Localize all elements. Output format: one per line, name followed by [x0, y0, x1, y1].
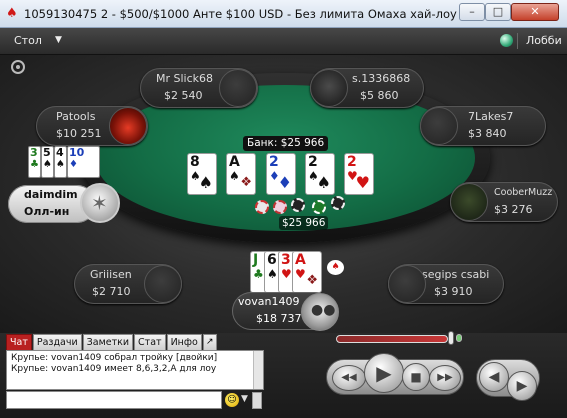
- next-hand-button[interactable]: ▶: [507, 371, 537, 401]
- sheriff-star-avatar: ✶: [80, 183, 120, 223]
- chip-icon: [312, 200, 326, 214]
- heart-icon: ♥: [355, 173, 370, 192]
- board-card: 2 ♥ ♥: [344, 153, 374, 195]
- previous-hand-button[interactable]: ◀: [479, 362, 509, 392]
- replay-progress-end: [456, 334, 462, 342]
- avatar: [144, 265, 182, 303]
- seat-stack: $3 840: [468, 127, 507, 140]
- seat-stack: $10 251: [56, 127, 102, 140]
- seat-name: Griiisen: [90, 268, 132, 281]
- allin-player-name: daimdim: [24, 188, 78, 201]
- diamond-icon: ♦: [277, 173, 292, 192]
- rewind-button[interactable]: ◀◀: [332, 365, 366, 391]
- title-bar: ♠ 1059130475 2 - $500/$1000 Анте $100 US…: [0, 0, 567, 28]
- board-card: 8 ♠ ♠: [187, 153, 217, 195]
- player-card: 3 ♣: [28, 146, 41, 178]
- fast-forward-button[interactable]: ▶▶: [429, 365, 461, 391]
- chevron-down-icon[interactable]: ▼: [55, 35, 62, 45]
- chat-input[interactable]: [6, 391, 222, 409]
- chat-log: Крупье: vovan1409 собрал тройку [двойки]…: [6, 350, 264, 390]
- close-button[interactable]: ✕: [511, 3, 559, 21]
- chat-tabs: Чат Раздачи Заметки Стат Инфо ↗: [6, 334, 217, 350]
- menu-divider: [517, 33, 518, 49]
- chip-icon: [331, 196, 345, 210]
- tab-chat[interactable]: Чат: [6, 334, 32, 350]
- minimize-button[interactable]: –: [459, 3, 485, 21]
- chat-message: Крупье: vovan1409 имеет 8,6,3,2,A для ло…: [11, 364, 217, 374]
- player-card: 10 ♦: [67, 146, 100, 178]
- hero-name: vovan1409: [238, 295, 300, 308]
- seat-name: Mr Slick68: [156, 72, 214, 85]
- board-card: 2 ♦ ♦: [266, 153, 296, 195]
- replay-progress-handle[interactable]: [448, 331, 454, 345]
- seat-stack: $5 860: [360, 89, 399, 102]
- chat-scrollbar[interactable]: [253, 351, 263, 389]
- chip-icon: [291, 198, 305, 212]
- avatar: [388, 265, 426, 303]
- tab-hands[interactable]: Раздачи: [32, 334, 82, 350]
- pot-label: Банк: $25 966: [243, 136, 329, 151]
- board-card: 2 ♠ ♠: [305, 153, 335, 195]
- seat-name: Patools: [56, 110, 96, 123]
- hero-stack: $18 737: [256, 312, 302, 325]
- seat-stack: $2 540: [164, 89, 203, 102]
- tab-notes[interactable]: Заметки: [82, 334, 134, 350]
- avatar: [420, 107, 458, 145]
- replay-controls: ◀◀ ▶ ■ ▶▶: [326, 351, 464, 407]
- globe-icon[interactable]: [500, 34, 513, 47]
- allin-status: Олл-ин: [24, 205, 70, 218]
- pokerstars-logo-icon: ♠: [6, 6, 18, 21]
- popout-arrow-icon[interactable]: ↗: [202, 334, 217, 350]
- spade-icon: ♠: [198, 173, 213, 192]
- lobby-button[interactable]: Лобби: [526, 34, 562, 47]
- smiley-icon[interactable]: ☺: [225, 393, 239, 407]
- play-button[interactable]: ▶: [364, 353, 404, 393]
- player-card: 5 ♠: [41, 146, 54, 178]
- avatar: [219, 69, 257, 107]
- pot-amount: $25 966: [279, 216, 329, 230]
- replay-progress-track[interactable]: [336, 335, 448, 343]
- stop-button[interactable]: ■: [402, 363, 430, 391]
- seat-name: segips csabi: [422, 268, 490, 281]
- spade-icon: ♠: [316, 173, 331, 192]
- settings-icon[interactable]: [11, 60, 25, 74]
- tab-stats[interactable]: Стат: [134, 334, 166, 350]
- seat-stack: $3 910: [434, 285, 473, 298]
- chat-resize-handle[interactable]: [252, 392, 262, 409]
- avatar: [109, 107, 147, 145]
- avatar: ●●: [301, 293, 339, 331]
- dealer-button: ♠: [327, 260, 344, 275]
- seat-stack: $2 710: [92, 285, 131, 298]
- maximize-button[interactable]: □: [485, 3, 511, 21]
- chat-message: Крупье: vovan1409 собрал тройку [двойки]: [11, 353, 218, 363]
- board-card: A ♠ ❖: [226, 153, 256, 195]
- player-card: 4 ♠: [54, 146, 67, 178]
- seat-name: 7Lakes7: [468, 110, 514, 123]
- avatar: [310, 69, 348, 107]
- seat-name: CooberMuzz: [494, 187, 553, 198]
- chevron-down-icon[interactable]: ▼: [241, 394, 248, 404]
- face-card-icon: ❖: [306, 273, 318, 288]
- avatar: [450, 183, 488, 221]
- face-card-icon: ❖: [240, 175, 252, 190]
- chat-panel: Чат Раздачи Заметки Стат Инфо ↗ Крупье: vovan…: [6, 334, 264, 416]
- seat-name: s.1336868: [352, 72, 411, 85]
- hero-card: A ♥ ❖: [292, 251, 322, 293]
- tab-info[interactable]: Инфо: [166, 334, 202, 350]
- table-menu-bar: Стол ▼ Лобби: [0, 28, 567, 55]
- window-title: 1059130475 2 - $500/$1000 Анте $100 USD …: [24, 7, 457, 21]
- chip-icon: [273, 200, 287, 214]
- table-menu[interactable]: Стол: [14, 34, 42, 47]
- chip-icon: [255, 200, 269, 214]
- seat-stack: $3 276: [494, 203, 533, 216]
